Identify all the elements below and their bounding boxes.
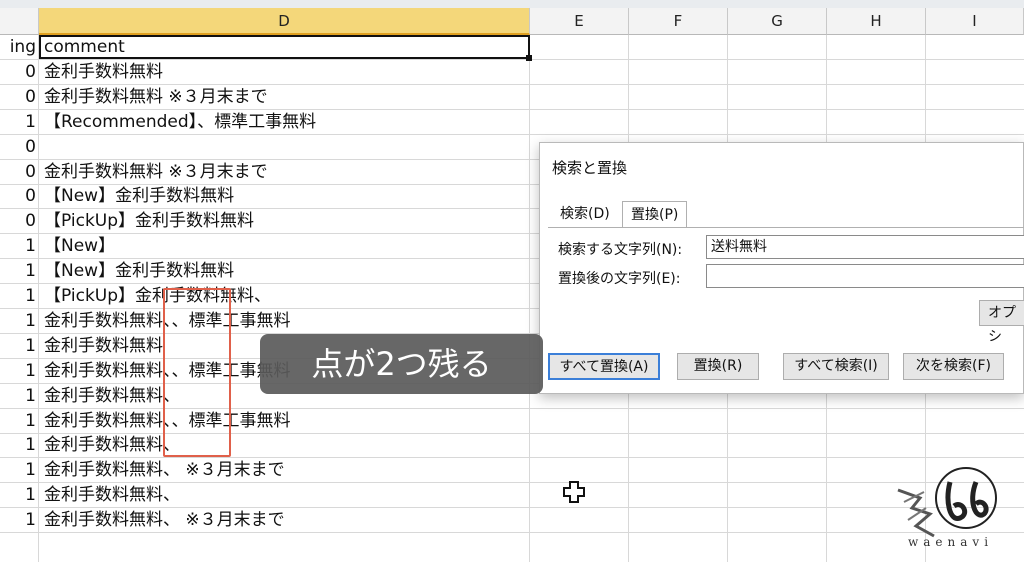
cell-d[interactable]: 金利手数料無料、 ※３月末まで bbox=[44, 458, 285, 482]
table-row[interactable]: 1 金利手数料無料、 bbox=[0, 483, 1024, 509]
column-header-i[interactable]: I bbox=[926, 8, 1024, 35]
column-header-g[interactable]: G bbox=[728, 8, 827, 35]
replace-input[interactable] bbox=[706, 264, 1024, 288]
cell-d[interactable]: 【PickUp】金利手数料無料 bbox=[44, 209, 254, 233]
table-row[interactable]: 0 金利手数料無料 bbox=[0, 60, 1024, 85]
cell-c[interactable]: 1 bbox=[0, 309, 36, 333]
fill-handle[interactable] bbox=[526, 55, 532, 61]
find-label: 検索する文字列(N): bbox=[558, 242, 683, 258]
cell-d[interactable]: 金利手数料無料 bbox=[44, 60, 163, 84]
cell-d[interactable]: 金利手数料無料 ※３月末まで bbox=[44, 85, 268, 109]
cell-c[interactable]: 0 bbox=[0, 85, 36, 109]
cell-d[interactable]: 金利手数料無料、 ※３月末まで bbox=[44, 508, 285, 532]
cell-c[interactable]: 1 bbox=[0, 384, 36, 408]
column-header-f[interactable]: F bbox=[629, 8, 728, 35]
cell-d[interactable]: 【New】金利手数料無料 bbox=[44, 184, 234, 208]
tab-replace[interactable]: 置換(P) bbox=[622, 201, 688, 228]
cell-c[interactable]: 1 bbox=[0, 234, 36, 258]
replace-button[interactable]: 置換(R) bbox=[677, 353, 759, 380]
cell-d[interactable]: 金利手数料無料 ※３月末まで bbox=[44, 160, 268, 184]
active-cell-d1[interactable] bbox=[39, 35, 530, 59]
replace-label: 置換後の文字列(E): bbox=[558, 271, 681, 287]
table-row[interactable]: 1 【Recommended】、標準工事無料 bbox=[0, 110, 1024, 135]
caption-overlay: 点が2つ残る bbox=[260, 334, 543, 394]
cell-c[interactable]: 1 bbox=[0, 508, 36, 532]
find-next-button[interactable]: 次を検索(F) bbox=[903, 353, 1004, 380]
cell-c[interactable]: 1 bbox=[0, 259, 36, 283]
table-row[interactable]: 1 金利手数料無料、 ※３月末まで bbox=[0, 508, 1024, 534]
cell-c[interactable]: 0 bbox=[0, 60, 36, 84]
find-replace-dialog: 検索と置換 検索(D) 置換(P) 検索する文字列(N): 送料無料 置換後の文… bbox=[539, 142, 1024, 394]
cell-d[interactable]: 【PickUp】金利手数料無料、 bbox=[44, 284, 271, 308]
cell-c[interactable]: ing bbox=[0, 35, 36, 59]
find-all-button[interactable]: すべて検索(I) bbox=[783, 353, 889, 380]
cell-c[interactable]: 1 bbox=[0, 458, 36, 482]
highlight-box bbox=[163, 288, 231, 457]
cell-cursor-icon bbox=[563, 481, 585, 503]
cell-d[interactable]: 【New】 bbox=[44, 234, 115, 258]
cell-d[interactable]: 金利手数料無料、 bbox=[44, 433, 180, 457]
column-header-c[interactable] bbox=[0, 8, 39, 35]
dialog-title: 検索と置換 bbox=[552, 159, 628, 177]
cell-d[interactable]: 【Recommended】、標準工事無料 bbox=[44, 110, 316, 134]
tab-find[interactable]: 検索(D) bbox=[552, 201, 618, 227]
column-header-d[interactable]: D bbox=[39, 8, 530, 35]
cell-c[interactable]: 1 bbox=[0, 334, 36, 358]
replace-all-button[interactable]: すべて置換(A) bbox=[548, 353, 660, 380]
table-row[interactable]: 1 金利手数料無料、 ※３月末まで bbox=[0, 458, 1024, 484]
cell-c[interactable]: 1 bbox=[0, 483, 36, 507]
cell-d[interactable]: 金利手数料無料、 bbox=[44, 384, 180, 408]
cell-d[interactable]: 金利手数料無料、 bbox=[44, 483, 180, 507]
cell-c[interactable]: 0 bbox=[0, 209, 36, 233]
cell-d[interactable]: 金利手数料無料 bbox=[44, 334, 163, 358]
column-header-h[interactable]: H bbox=[827, 8, 926, 35]
cell-c[interactable]: 0 bbox=[0, 160, 36, 184]
cell-c[interactable]: 1 bbox=[0, 110, 36, 134]
cell-c[interactable]: 1 bbox=[0, 359, 36, 383]
cell-c[interactable]: 1 bbox=[0, 433, 36, 457]
table-row[interactable]: 0 金利手数料無料 ※３月末まで bbox=[0, 85, 1024, 110]
watermark-text: waenavi bbox=[908, 535, 994, 549]
table-row[interactable]: 1 金利手数料無料、、標準工事無料 bbox=[0, 409, 1024, 434]
table-row[interactable]: 1 金利手数料無料、 bbox=[0, 433, 1024, 459]
column-header-e[interactable]: E bbox=[530, 8, 629, 35]
cell-c[interactable]: 1 bbox=[0, 284, 36, 308]
cell-c[interactable]: 1 bbox=[0, 409, 36, 433]
cell-c[interactable]: 0 bbox=[0, 184, 36, 208]
options-button[interactable]: オプシ bbox=[979, 300, 1024, 345]
cell-c[interactable]: 0 bbox=[0, 135, 36, 159]
cell-d[interactable]: 【New】金利手数料無料 bbox=[44, 259, 234, 283]
find-input[interactable]: 送料無料 bbox=[706, 235, 1024, 259]
